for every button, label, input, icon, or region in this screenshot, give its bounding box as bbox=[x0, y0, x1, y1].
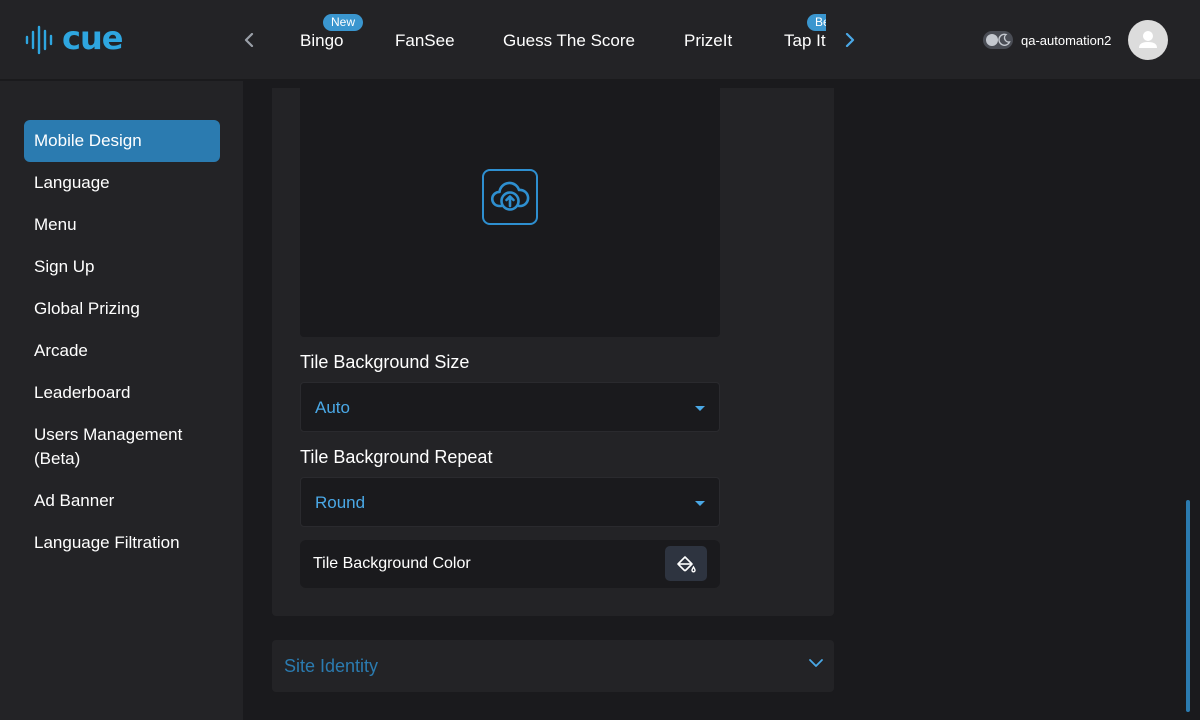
site-identity-title: Site Identity bbox=[284, 656, 379, 676]
tile-background-dropzone[interactable] bbox=[300, 88, 720, 337]
logo-text: cue bbox=[62, 19, 123, 57]
tile-bg-size-value: Auto bbox=[315, 398, 350, 417]
game-tabs: New Bingo FanSee Guess The Score PrizeIt… bbox=[270, 0, 826, 80]
tile-bg-repeat-value: Round bbox=[315, 493, 366, 512]
username: qa-automation2 bbox=[1021, 33, 1112, 48]
site-identity-accordion[interactable]: Site Identity bbox=[272, 640, 834, 692]
chevron-down-icon bbox=[809, 659, 823, 667]
tab-fansee[interactable]: FanSee bbox=[395, 31, 455, 51]
sidebar-item-leaderboard[interactable]: Leaderboard bbox=[24, 381, 220, 405]
moon-icon bbox=[998, 33, 1011, 46]
cloud-upload-icon bbox=[490, 181, 530, 211]
sidebar-item-menu[interactable]: Menu bbox=[24, 213, 220, 237]
caret-down-icon bbox=[695, 406, 705, 411]
sidebar-item-language[interactable]: Language bbox=[24, 171, 220, 195]
main-content: Tile Background Size Auto Tile Backgroun… bbox=[243, 81, 1200, 720]
prev-games-button[interactable] bbox=[237, 28, 261, 52]
beta-badge: Beta bbox=[807, 14, 826, 31]
tile-bg-repeat-label: Tile Background Repeat bbox=[300, 447, 493, 467]
scrollbar-thumb[interactable] bbox=[1186, 500, 1190, 712]
new-badge: New bbox=[323, 14, 364, 31]
sidebar: Mobile Design Language Menu Sign Up Glob… bbox=[0, 81, 243, 720]
logo-mark-icon bbox=[25, 25, 53, 55]
tab-tap-it[interactable]: Tap It bbox=[784, 31, 826, 51]
sidebar-item-ad-banner[interactable]: Ad Banner bbox=[24, 489, 220, 513]
next-games-button[interactable] bbox=[838, 28, 862, 52]
tile-bg-size-label: Tile Background Size bbox=[300, 352, 470, 372]
mobile-design-panel: Tile Background Size Auto Tile Backgroun… bbox=[272, 88, 834, 616]
tab-guess-the-score[interactable]: Guess The Score bbox=[503, 31, 635, 51]
sidebar-item-sign-up[interactable]: Sign Up bbox=[24, 255, 220, 279]
tile-bg-color-label: Tile Background Color bbox=[313, 555, 471, 572]
tab-prizeit[interactable]: PrizeIt bbox=[684, 31, 732, 51]
sidebar-item-mobile-design[interactable]: Mobile Design bbox=[24, 120, 220, 162]
top-bar: cue New Bingo FanSee Guess The Score Pri… bbox=[0, 0, 1200, 80]
tile-bg-repeat-select[interactable]: Round bbox=[300, 477, 720, 527]
tile-bg-size-select[interactable]: Auto bbox=[300, 382, 720, 432]
avatar[interactable] bbox=[1128, 20, 1168, 60]
sidebar-item-global-prizing[interactable]: Global Prizing bbox=[24, 297, 220, 321]
chevron-left-icon bbox=[244, 33, 254, 47]
upload-button[interactable] bbox=[482, 169, 538, 225]
sidebar-item-users-management[interactable]: Users Management (Beta) bbox=[24, 423, 204, 471]
tile-bg-color-picker-button[interactable] bbox=[665, 546, 707, 581]
tab-bingo[interactable]: Bingo bbox=[300, 31, 343, 51]
chevron-right-icon bbox=[845, 33, 855, 47]
user-icon bbox=[1139, 31, 1157, 48]
tile-bg-color-row: Tile Background Color bbox=[300, 540, 720, 588]
sidebar-item-language-filtration[interactable]: Language Filtration bbox=[24, 531, 220, 555]
theme-toggle[interactable] bbox=[983, 31, 1013, 49]
cue-logo[interactable]: cue bbox=[24, 19, 128, 57]
sidebar-item-arcade[interactable]: Arcade bbox=[24, 339, 220, 363]
caret-down-icon bbox=[695, 501, 705, 506]
paint-bucket-icon bbox=[677, 555, 696, 572]
